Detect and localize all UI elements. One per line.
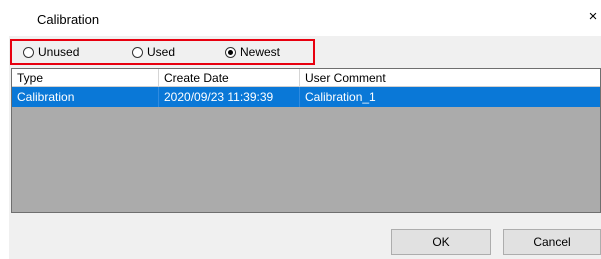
radio-circle-icon [132,46,143,58]
column-header-create-date[interactable]: Create Date [159,69,300,87]
column-header-user-comment[interactable]: User Comment [300,69,600,87]
cancel-button[interactable]: Cancel [503,229,601,255]
ok-button[interactable]: OK [391,229,491,255]
radio-newest[interactable]: Newest [225,45,280,59]
column-header-type[interactable]: Type [12,69,159,87]
table-row[interactable]: Calibration 2020/09/23 11:39:39 Calibrat… [12,87,600,107]
cell-create-date: 2020/09/23 11:39:39 [159,87,300,107]
radio-checked-icon [225,46,236,58]
table-header: Type Create Date User Comment [12,69,600,87]
radio-newest-label: Newest [240,45,281,59]
radio-unused-label: Unused [38,45,80,59]
radio-circle-icon [23,46,34,58]
close-icon[interactable]: × [585,7,601,27]
cell-type: Calibration [12,87,159,107]
calibration-table[interactable]: Type Create Date User Comment Calibratio… [11,68,601,213]
title-bar: Calibration × [0,0,601,36]
radio-used-label: Used [147,45,176,59]
cell-user-comment: Calibration_1 [300,87,600,107]
window-title: Calibration [37,12,100,27]
radio-unused[interactable]: Unused [23,45,79,59]
radio-used[interactable]: Used [132,45,175,59]
